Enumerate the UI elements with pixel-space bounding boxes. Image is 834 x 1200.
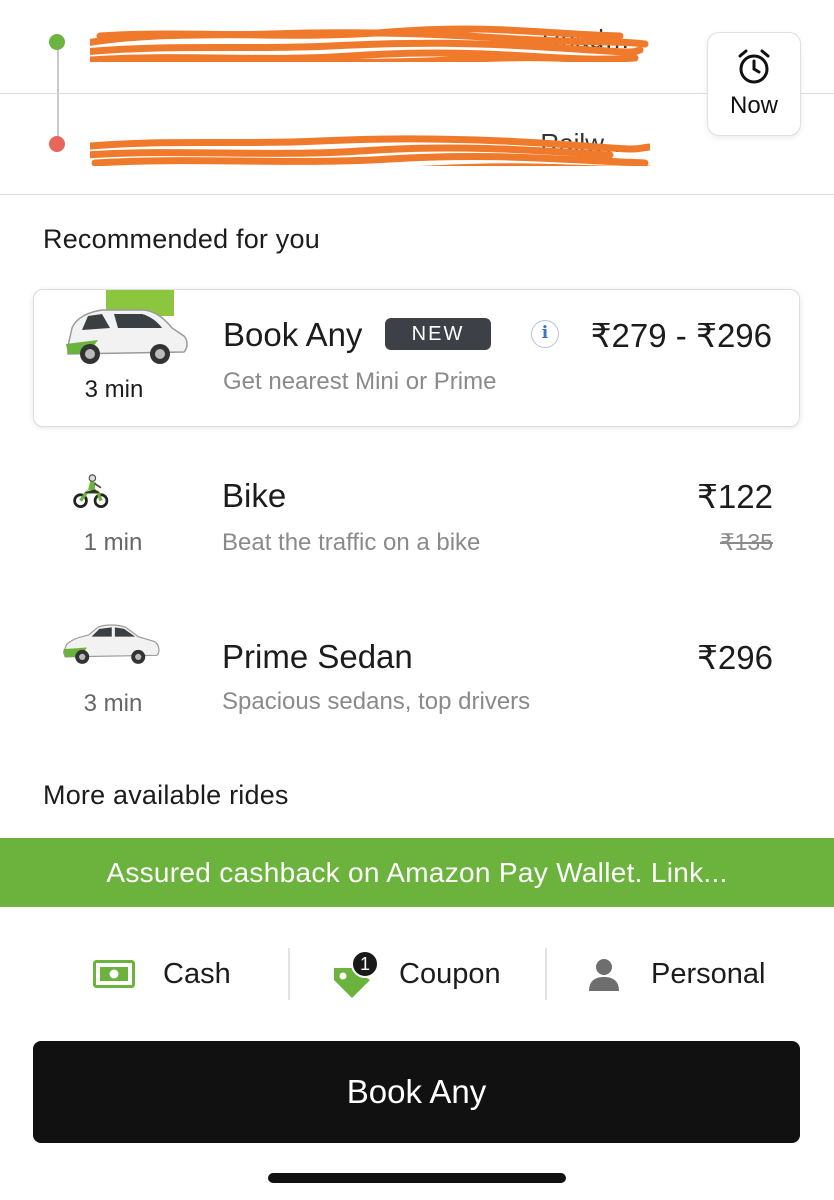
alarm-clock-icon — [738, 49, 770, 84]
recommended-section-title: Recommended for you — [43, 224, 320, 254]
payment-method-cash[interactable]: Cash — [93, 938, 231, 1010]
coupon-button[interactable]: 1 Coupon — [331, 938, 501, 1010]
new-badge: NEW — [385, 318, 491, 350]
header-bottom-divider — [0, 194, 834, 195]
option-separator — [545, 948, 547, 1000]
coupon-count-badge: 1 — [351, 950, 379, 978]
ride-option-bike[interactable]: 1 min Bike ₹122 Beat the traffic on a bi… — [33, 449, 800, 587]
sedan-car-icon — [62, 624, 160, 664]
ride-subtitle: Get nearest Mini or Prime — [223, 368, 497, 395]
drop-address-field[interactable]: …Railw… — [90, 126, 650, 166]
ride-name: Bike — [222, 477, 287, 514]
ride-subtitle: Beat the traffic on a bike — [222, 529, 481, 556]
ride-eta: 3 min — [83, 690, 143, 717]
home-indicator[interactable] — [268, 1173, 566, 1183]
info-icon[interactable]: i — [531, 320, 559, 348]
ride-subtitle: Spacious sedans, top drivers — [222, 688, 531, 715]
redaction-scribble-pickup — [90, 25, 649, 62]
ride-eta: 3 min — [84, 376, 144, 403]
more-rides-section-title[interactable]: More available rides — [43, 780, 289, 811]
coupon-icon-wrap: 1 — [331, 950, 379, 998]
coupon-label: Coupon — [399, 957, 501, 990]
ride-option-prime-sedan[interactable]: 3 min Prime Sedan ₹296 Spacious sedans, … — [33, 610, 800, 748]
ride-option-book-any[interactable]: 3 min Book Any NEW i ₹279 - ₹296 Get nea… — [33, 289, 800, 427]
ride-name: Book Any — [223, 316, 363, 353]
bike-rider-icon — [73, 474, 109, 508]
amazon-pay-cashback-banner[interactable]: Assured cashback on Amazon Pay Wallet. L… — [0, 838, 834, 907]
ride-price: ₹296 — [696, 639, 773, 676]
cash-icon — [93, 960, 135, 988]
schedule-now-label: Now — [729, 92, 778, 119]
person-icon — [589, 959, 619, 991]
ride-name: Prime Sedan — [222, 638, 413, 675]
redaction-scribble-drop — [90, 135, 650, 166]
ride-price: ₹122 — [696, 478, 773, 515]
route-panel: …Road… …Railw… Now — [0, 0, 834, 196]
profile-label: Personal — [651, 957, 766, 990]
ride-original-price: ₹135 — [719, 529, 773, 555]
drop-dot-icon — [49, 136, 65, 152]
schedule-now-button[interactable]: Now — [707, 32, 801, 136]
pickup-dot-icon — [49, 34, 65, 50]
payment-method-label: Cash — [163, 957, 231, 990]
ride-booking-screen: …Road… …Railw… Now Recommended for you 3… — [0, 0, 834, 1200]
option-separator — [288, 948, 290, 1000]
payment-options-bar: Cash 1 Coupon Personal — [0, 938, 834, 1010]
ride-eta: 1 min — [83, 529, 143, 556]
ride-price: ₹279 - ₹296 — [590, 317, 772, 354]
hatchback-car-icon — [66, 290, 188, 364]
banner-text: Assured cashback on Amazon Pay Wallet. L… — [106, 856, 728, 888]
pickup-address-field[interactable]: …Road… — [90, 22, 650, 62]
book-ride-button[interactable]: Book Any — [33, 1041, 800, 1143]
ride-profile-selector[interactable]: Personal — [587, 938, 765, 1010]
